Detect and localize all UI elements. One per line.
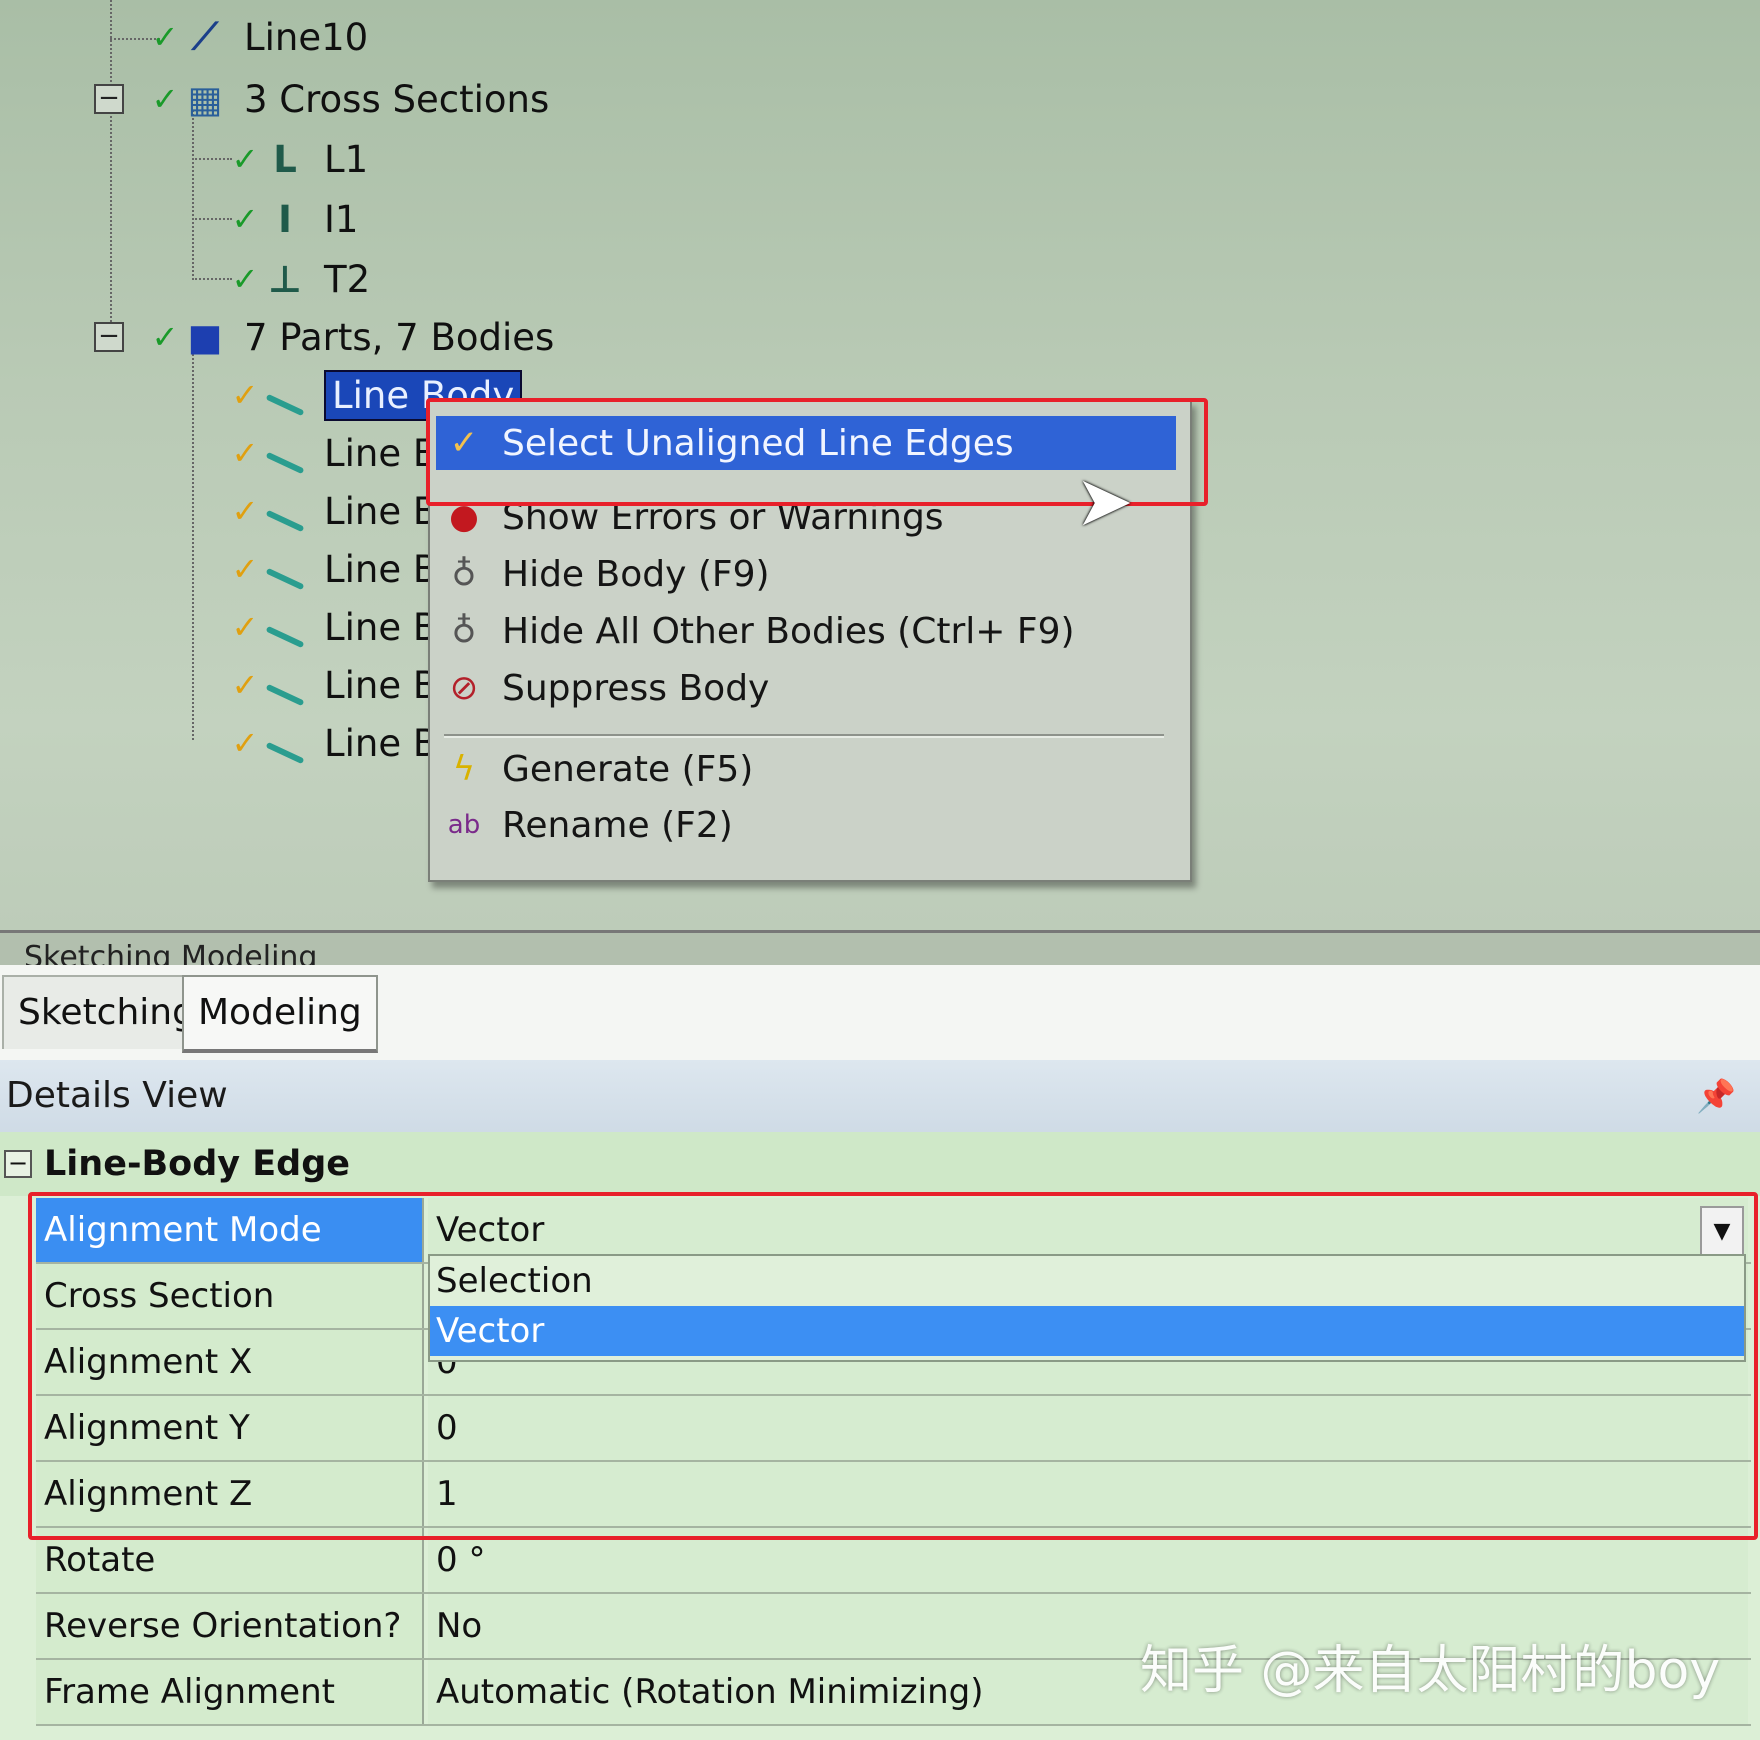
collapse-group-toggle[interactable]: − — [4, 1150, 32, 1178]
menu-item-label: Hide Body (F9) — [502, 553, 770, 595]
dropdown-option-vector[interactable]: Vector — [430, 1306, 1744, 1356]
watermark: 知乎 @来自太阳村的boy — [1140, 1641, 1721, 1701]
highlight-box-alignment — [28, 1192, 1758, 1540]
menu-item-label: Suppress Body — [502, 667, 770, 709]
check-icon: ✓ — [231, 608, 259, 646]
tree-item-section-i1[interactable]: ✓ I I1 — [230, 190, 359, 248]
parts-cube-icon: ■ — [187, 315, 223, 359]
tree-item-label: 7 Parts, 7 Bodies — [244, 315, 555, 359]
menu-item-hide-body[interactable]: ♁ Hide Body (F9) — [436, 547, 1176, 601]
tab-sketching[interactable]: Sketching — [2, 975, 211, 1049]
mouse-cursor-icon: ➤ — [1075, 460, 1134, 542]
tree-item-label: I1 — [324, 197, 359, 241]
menu-item-suppress-body[interactable]: ⊘ Suppress Body — [436, 661, 1176, 715]
tree-connector — [110, 0, 112, 330]
property-name: Reverse Orientation? — [36, 1594, 424, 1658]
t-section-icon: ⊥ — [268, 257, 302, 301]
line-body-icon — [260, 664, 310, 707]
alignment-mode-dropdown-list: Selection Vector — [428, 1254, 1746, 1362]
line-body-icon — [260, 606, 310, 649]
group-line-body-edge: − Line-Body Edge — [0, 1132, 1760, 1196]
l-section-icon: L — [273, 137, 297, 181]
line-body-icon — [260, 374, 310, 417]
i-section-icon: I — [278, 197, 292, 241]
line-body-icon — [260, 548, 310, 591]
menu-item-label: Rename (F2) — [502, 804, 733, 846]
pin-icon[interactable]: 📌 — [1696, 1060, 1736, 1132]
suppress-icon: ⊘ — [449, 668, 479, 708]
tree-item-cross-sections[interactable]: ✓ ▦ 3 Cross Sections — [150, 70, 550, 128]
menu-item-label: Generate (F5) — [502, 748, 754, 790]
check-icon: ✓ — [151, 80, 179, 118]
tree-panel: − − ✓ ⟋ Line10 ✓ ▦ 3 Cross Sections ✓ L … — [0, 0, 1760, 965]
menu-item-label: Hide All Other Bodies (Ctrl+ F9) — [502, 610, 1075, 652]
collapse-parts-toggle[interactable]: − — [94, 322, 124, 352]
details-view-title: Details View — [6, 1075, 228, 1116]
tree-item-line-body[interactable]: ✓ Line Bo — [230, 540, 461, 598]
check-icon: ✓ — [231, 434, 259, 472]
tree-item-line10[interactable]: ✓ ⟋ Line10 — [150, 8, 369, 66]
lightning-icon: ϟ — [452, 749, 476, 789]
check-icon: ✓ — [231, 550, 259, 588]
line-body-icon — [260, 432, 310, 475]
line-sketch-icon: ⟋ — [192, 15, 218, 58]
collapse-cross-sections-toggle[interactable]: − — [94, 84, 124, 114]
rename-icon: ab — [447, 810, 481, 840]
partial-tab-label: Sketching Modeling — [24, 940, 318, 965]
menu-item-rename[interactable]: ab Rename (F2) — [436, 798, 1176, 852]
menu-item-hide-all-other[interactable]: ♁ Hide All Other Bodies (Ctrl+ F9) — [436, 604, 1176, 658]
check-icon: ✓ — [231, 260, 259, 298]
tab-modeling[interactable]: Modeling — [182, 975, 378, 1053]
tree-connector — [192, 110, 194, 280]
lightbulb-icon: ♁ — [451, 554, 477, 594]
tree-connector — [192, 218, 232, 220]
menu-separator — [444, 734, 1164, 738]
tree-connector — [192, 350, 194, 740]
tree-item-section-l1[interactable]: ✓ L L1 — [230, 130, 369, 188]
check-icon: ✓ — [151, 18, 179, 56]
check-icon: ✓ — [231, 200, 259, 238]
tree-connector — [192, 158, 232, 160]
tree-item-section-t2[interactable]: ✓ ⊥ T2 — [230, 250, 371, 308]
tree-item-label: L1 — [324, 137, 369, 181]
check-icon: ✓ — [231, 666, 259, 704]
cross-sections-icon: ▦ — [187, 77, 223, 121]
tree-item-line-body[interactable]: ✓ Line Bo — [230, 656, 461, 714]
line-body-icon — [260, 490, 310, 533]
check-icon: ✓ — [231, 492, 259, 530]
check-icon: ✓ — [151, 318, 179, 356]
line-body-icon — [260, 722, 310, 765]
details-view-header: Details View 📌 — [0, 1060, 1760, 1132]
group-title: Line-Body Edge — [44, 1144, 351, 1184]
tree-item-line-body[interactable]: ✓ Line Bo — [230, 714, 461, 772]
menu-item-generate[interactable]: ϟ Generate (F5) — [436, 742, 1176, 796]
tree-item-label: 3 Cross Sections — [244, 77, 550, 121]
dropdown-option-selection[interactable]: Selection — [430, 1256, 1744, 1306]
tree-connector — [192, 278, 232, 280]
property-name: Frame Alignment — [36, 1660, 424, 1724]
lightbulb-icon: ♁ — [451, 611, 477, 651]
check-icon: ✓ — [231, 376, 259, 414]
tab-bar: Sketching Modeling — [0, 965, 1760, 1060]
tree-item-label: Line10 — [244, 15, 369, 59]
tree-item-line-body[interactable]: ✓ Line Bo — [230, 598, 461, 656]
check-icon: ✓ — [231, 140, 259, 178]
tree-item-parts[interactable]: ✓ ■ 7 Parts, 7 Bodies — [150, 308, 555, 366]
check-icon: ✓ — [231, 724, 259, 762]
tree-item-label: T2 — [324, 257, 371, 301]
